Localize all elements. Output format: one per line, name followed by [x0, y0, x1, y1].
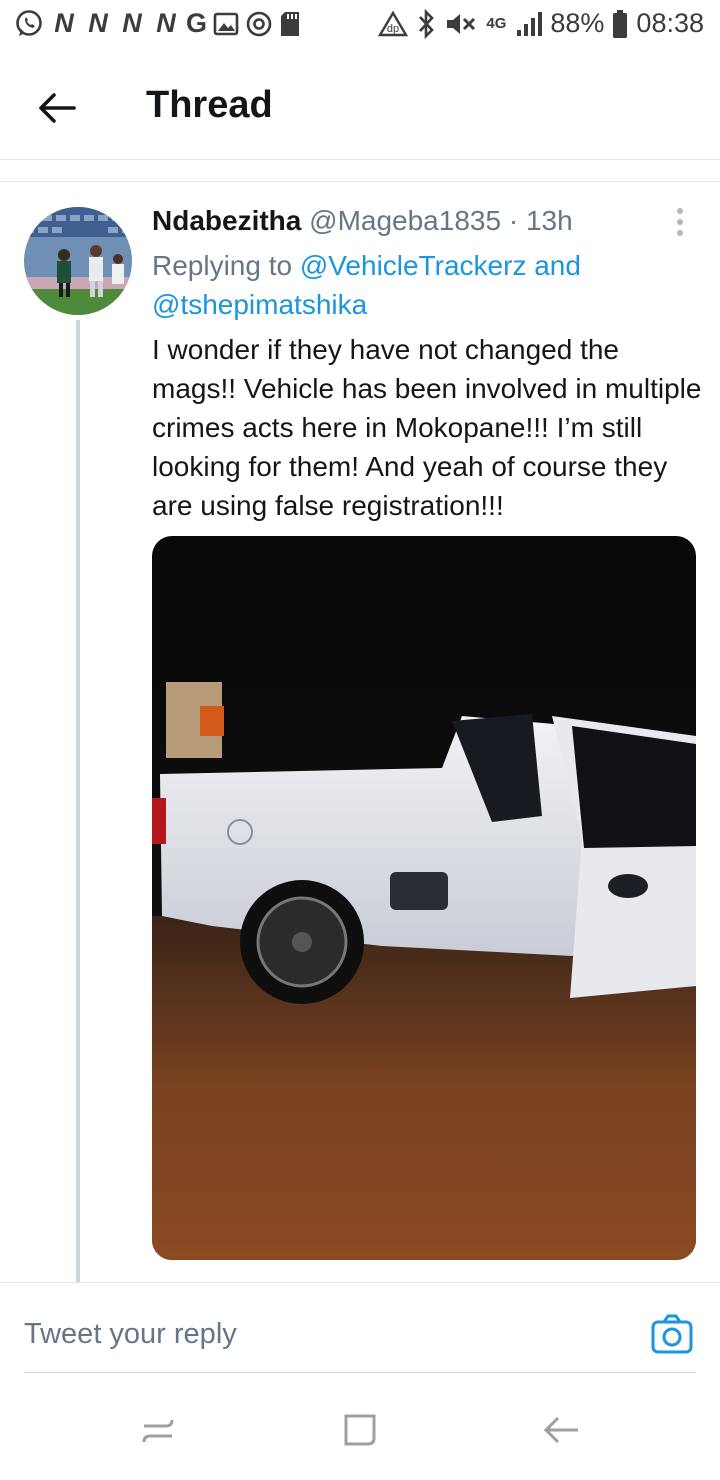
home-icon[interactable] — [338, 1408, 382, 1452]
sync-icon — [246, 11, 272, 36]
tweet-text: I wonder if they have not changed the ma… — [152, 334, 702, 521]
network-type: 4G — [486, 14, 508, 32]
battery-percent: 88% — [550, 8, 605, 38]
whatsapp-icon — [16, 9, 42, 36]
back-arrow-icon[interactable] — [34, 86, 78, 130]
system-nav-bar — [0, 1380, 720, 1480]
bluetooth-icon — [419, 8, 435, 39]
replying-to: Replying to @VehicleTrackerz and @tshepi… — [152, 246, 712, 324]
signal-icon — [517, 11, 543, 36]
notification-icons: N N N N G — [14, 8, 301, 39]
tweet-image[interactable] — [152, 536, 696, 1260]
recents-icon[interactable] — [136, 1408, 180, 1452]
nav-back-icon[interactable] — [540, 1408, 584, 1452]
reply-input[interactable]: Tweet your reply — [24, 1304, 624, 1364]
reply-user-link[interactable]: @VehicleTrackerz — [300, 250, 527, 281]
svg-text:dp: dp — [387, 23, 399, 35]
system-icons: dp 4G 88% 08:38 — [378, 8, 704, 39]
section-divider — [0, 181, 720, 182]
notification-n-icon: N — [88, 8, 108, 38]
replying-prefix: Replying to — [152, 250, 300, 281]
author-name[interactable]: Ndabezitha — [152, 205, 301, 236]
composer-bottom-divider — [24, 1372, 696, 1373]
reply-and[interactable]: and — [526, 250, 581, 281]
time-separator: · — [501, 205, 526, 236]
clock: 08:38 — [636, 8, 704, 38]
vehicle-photo — [152, 536, 696, 1260]
notification-n-icon: N — [156, 8, 176, 38]
avatar[interactable] — [24, 207, 132, 315]
thread-header: Thread — [0, 58, 720, 158]
mute-icon — [447, 13, 476, 34]
header-divider — [0, 159, 720, 160]
composer-divider — [0, 1282, 720, 1283]
tweet-author-row: Ndabezitha @Mageba1835 · 13h — [152, 205, 573, 237]
notification-n-icon: N — [122, 8, 142, 38]
page-title: Thread — [146, 84, 273, 126]
avatar-image — [24, 207, 132, 315]
gallery-icon — [213, 12, 239, 35]
battery-icon — [613, 9, 628, 38]
reply-user-link[interactable]: @tshepimatshika — [152, 289, 367, 320]
network-type-label: 4G — [486, 14, 507, 32]
sd-card-icon — [281, 11, 300, 36]
author-handle[interactable]: @Mageba1835 — [309, 205, 501, 236]
more-vertical-icon[interactable] — [668, 205, 692, 239]
status-bar: N N N N G dp 4G 88% 08:38 — [0, 0, 720, 50]
thread-line — [76, 320, 80, 1282]
notification-n-icon: N — [54, 8, 74, 38]
camera-icon[interactable] — [650, 1312, 694, 1356]
data-saver-icon: dp — [378, 10, 409, 36]
tweet-time[interactable]: 13h — [526, 205, 573, 236]
google-icon: G — [186, 8, 208, 38]
